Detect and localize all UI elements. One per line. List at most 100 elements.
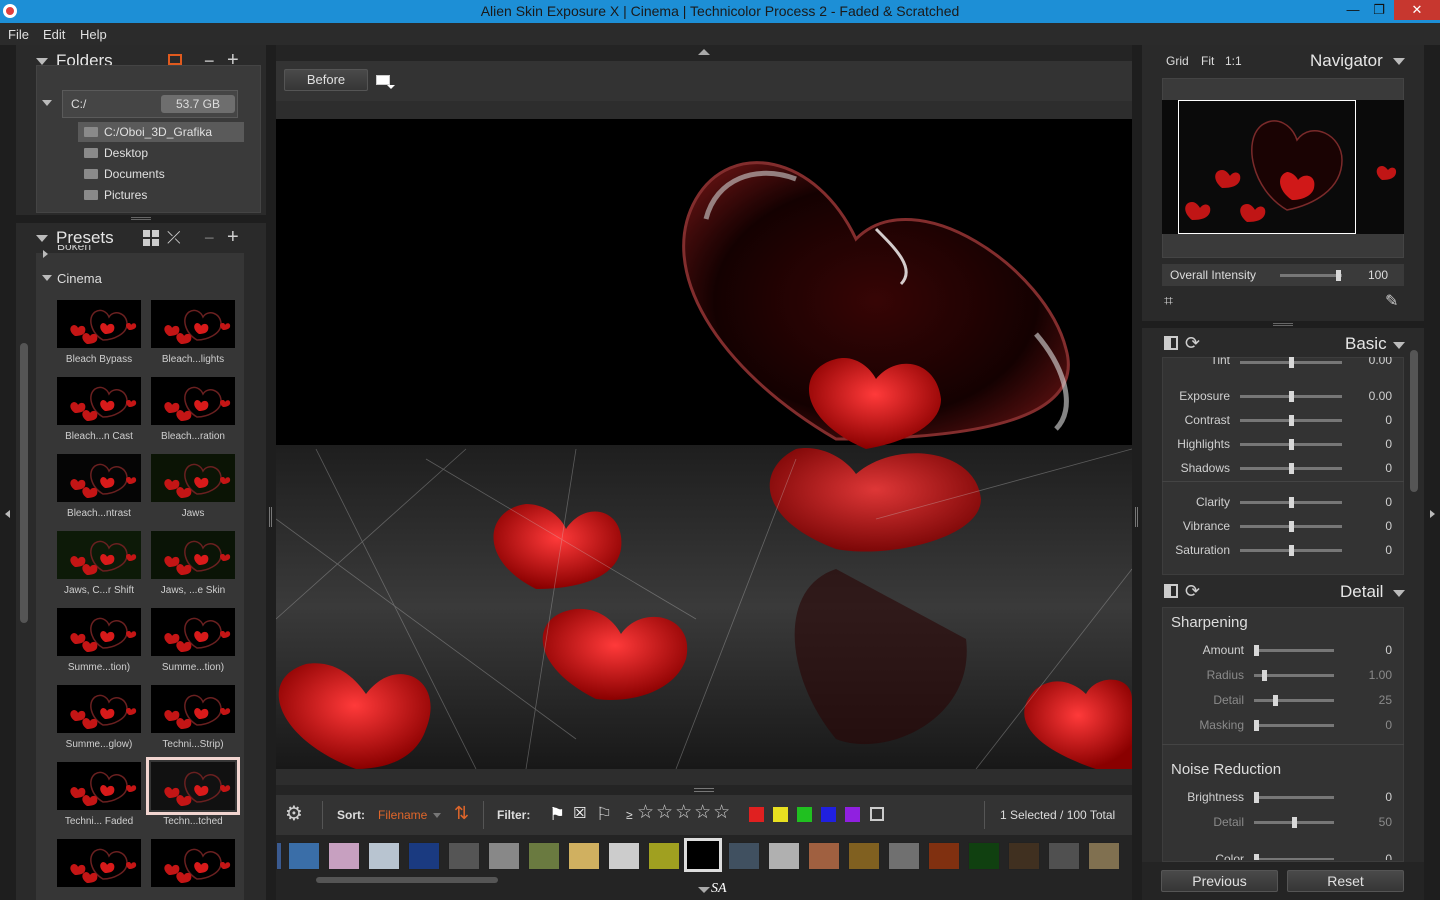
color-filter-swatch[interactable] — [773, 807, 788, 822]
filmstrip-thumbnail[interactable] — [1048, 842, 1080, 870]
slider-knob[interactable] — [1261, 670, 1267, 681]
preset-thumbnail[interactable] — [151, 531, 235, 579]
navigator-splitter[interactable] — [1142, 321, 1424, 328]
filmstrip-thumbnail[interactable] — [1008, 842, 1040, 870]
detail-menu-icon[interactable] — [1393, 590, 1405, 597]
menu-file[interactable]: File — [8, 27, 29, 42]
slider-track[interactable] — [1254, 854, 1334, 860]
maximize-button[interactable]: ❐ — [1362, 0, 1396, 20]
preset-thumbnail[interactable] — [57, 762, 141, 810]
collapse-presets-icon[interactable] — [36, 235, 48, 242]
slider-knob[interactable] — [1288, 357, 1294, 368]
reset-button[interactable]: Reset — [1287, 870, 1404, 892]
filmstrip-thumbnail[interactable] — [448, 842, 480, 870]
expand-drive-icon[interactable] — [42, 100, 52, 106]
preset-thumbnail[interactable] — [57, 608, 141, 656]
slider-knob[interactable] — [1288, 521, 1294, 532]
preset-thumbnail[interactable] — [146, 757, 240, 815]
slider-value[interactable]: 0 — [1385, 495, 1392, 509]
overall-intensity-knob[interactable] — [1335, 270, 1341, 281]
flag-filter-icon[interactable]: ⚑ — [549, 805, 565, 823]
minus-preset-icon[interactable]: − — [204, 229, 215, 247]
slider-value[interactable]: 0.00 — [1369, 357, 1392, 367]
left-resize-grip[interactable] — [269, 507, 272, 527]
slider-knob[interactable] — [1254, 720, 1259, 731]
navigator-preview[interactable] — [1162, 100, 1404, 234]
color-filter-swatch[interactable] — [821, 807, 836, 822]
detail-toggle-icon[interactable] — [1164, 584, 1178, 598]
filmstrip-thumbnail[interactable] — [968, 842, 1000, 870]
slider-knob[interactable] — [1288, 545, 1294, 556]
navigator-menu-icon[interactable] — [1393, 58, 1405, 65]
navigator-viewport[interactable] — [1178, 100, 1356, 234]
filmstrip-thumbnail[interactable] — [928, 842, 960, 870]
slider-knob[interactable] — [1254, 645, 1259, 656]
folder-item[interactable]: Documents — [78, 164, 244, 184]
slider-value[interactable]: 0 — [1385, 437, 1392, 451]
filmstrip-thumbnail[interactable] — [568, 842, 600, 870]
sort-dropdown-icon[interactable] — [433, 813, 441, 818]
expand-bokeh-icon[interactable] — [43, 250, 48, 258]
menu-help[interactable]: Help — [80, 27, 107, 42]
filmstrip-thumbnail[interactable] — [888, 842, 920, 870]
basic-toggle-icon[interactable] — [1164, 336, 1178, 350]
preset-thumbnail[interactable] — [151, 300, 235, 348]
slider-value[interactable]: 0 — [1385, 519, 1392, 533]
slider-track[interactable] — [1240, 357, 1342, 368]
slider-track[interactable] — [1254, 817, 1334, 828]
slider-knob[interactable] — [1288, 463, 1294, 474]
slider-value[interactable]: 0 — [1385, 718, 1392, 732]
sort-select[interactable]: Filename — [378, 808, 427, 822]
expand-cinema-icon[interactable] — [42, 275, 52, 281]
slider-track[interactable] — [1254, 670, 1334, 681]
folder-item[interactable]: C:/Oboi_3D_Grafika — [78, 122, 244, 142]
preset-thumbnail[interactable] — [57, 377, 141, 425]
zoom-grid[interactable]: Grid — [1166, 54, 1189, 68]
right-scrollbar[interactable] — [1410, 350, 1418, 492]
filmstrip-thumbnail[interactable] — [1088, 842, 1120, 870]
preset-thumbnail[interactable] — [57, 685, 141, 733]
preset-thumbnail[interactable] — [151, 685, 235, 733]
filmstrip-thumbnail[interactable] — [488, 842, 520, 870]
menu-edit[interactable]: Edit — [43, 27, 65, 42]
slider-value[interactable]: 0.00 — [1369, 389, 1392, 403]
grid-view-icon[interactable] — [143, 230, 159, 246]
right-resize-grip[interactable] — [1135, 507, 1138, 527]
preset-thumbnail[interactable] — [151, 454, 235, 502]
slider-value[interactable]: 0 — [1385, 461, 1392, 475]
slider-track[interactable] — [1240, 497, 1342, 508]
presets-scrollbar[interactable] — [20, 343, 28, 623]
filmstrip-thumbnail[interactable] — [408, 842, 440, 870]
slider-value[interactable]: 0 — [1385, 413, 1392, 427]
slider-track[interactable] — [1254, 645, 1334, 656]
compare-dropdown-icon[interactable] — [387, 85, 395, 89]
preset-thumbnail[interactable] — [57, 839, 141, 887]
folders-splitter[interactable] — [16, 215, 266, 223]
slider-value[interactable]: 0 — [1385, 852, 1392, 860]
slider-knob[interactable] — [1254, 854, 1259, 860]
filmstrip-thumbnail[interactable] — [768, 842, 800, 870]
collapse-top-icon[interactable] — [698, 49, 710, 55]
compress-icon[interactable]: ⤫ — [167, 229, 181, 247]
preset-thumbnail[interactable] — [57, 531, 141, 579]
slider-track[interactable] — [1240, 439, 1342, 450]
previous-button[interactable]: Previous — [1161, 870, 1278, 892]
slider-value[interactable]: 0 — [1385, 543, 1392, 557]
collapse-bottom-icon[interactable] — [698, 887, 710, 893]
drive-row[interactable]: C:/ 53.7 GB — [62, 90, 238, 118]
filmstrip-thumbnail[interactable] — [328, 842, 360, 870]
detail-reset-icon[interactable]: ⟳ — [1185, 582, 1200, 600]
slider-knob[interactable] — [1272, 695, 1278, 706]
slider-track[interactable] — [1254, 792, 1334, 803]
slider-knob[interactable] — [1288, 391, 1294, 402]
filmstrip-thumbnail[interactable] — [728, 842, 760, 870]
no-color-filter[interactable] — [870, 807, 884, 821]
slider-knob[interactable] — [1288, 439, 1294, 450]
filmstrip-thumbnail[interactable] — [608, 842, 640, 870]
sort-direction-icon[interactable]: ⇅ — [454, 804, 469, 822]
close-button[interactable]: ✕ — [1394, 0, 1440, 20]
slider-knob[interactable] — [1254, 792, 1259, 803]
main-image[interactable] — [276, 119, 1132, 769]
preset-thumbnail[interactable] — [151, 608, 235, 656]
slider-track[interactable] — [1254, 695, 1334, 706]
